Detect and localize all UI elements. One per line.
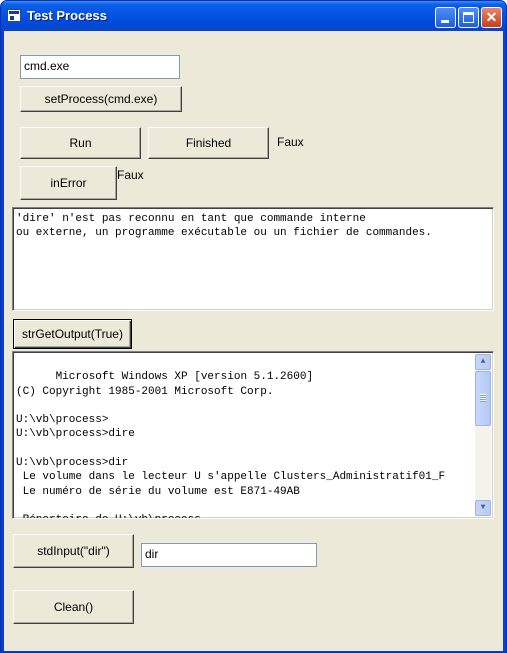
form-client-area: cmd.exe setProcess(cmd.exe) Run Finished…: [4, 31, 503, 651]
scrollbar-thumb[interactable]: [475, 371, 491, 426]
clean-button[interactable]: Clean(): [13, 590, 134, 624]
process-input[interactable]: cmd.exe: [20, 55, 180, 79]
std-input-field[interactable]: dir: [141, 543, 317, 567]
maximize-icon[interactable]: [458, 7, 479, 28]
window-app-icon[interactable]: [7, 9, 21, 22]
set-process-button[interactable]: setProcess(cmd.exe): [20, 86, 182, 112]
error-output-textbox[interactable]: 'dire' n'est pas reconnu en tant que com…: [12, 207, 494, 311]
console-scrollbar[interactable]: ▲ ▼: [475, 354, 491, 516]
minimize-icon[interactable]: [435, 7, 456, 28]
in-error-status-label: Faux: [117, 168, 144, 182]
title-bar[interactable]: Test Process ✕: [1, 1, 506, 31]
scroll-down-arrow-icon[interactable]: ▼: [475, 500, 491, 516]
std-input-button[interactable]: stdInput("dir"): [13, 534, 134, 568]
close-icon[interactable]: ✕: [481, 7, 502, 28]
in-error-button[interactable]: inError: [20, 166, 117, 200]
finished-button[interactable]: Finished: [148, 127, 269, 159]
console-output-textbox[interactable]: Microsoft Windows XP [version 5.1.2600] …: [12, 351, 494, 519]
finished-status-label: Faux: [277, 135, 304, 149]
app-window: Test Process ✕ cmd.exe setProcess(cmd.ex…: [0, 0, 507, 653]
console-output-text: Microsoft Windows XP [version 5.1.2600] …: [16, 371, 446, 518]
run-button[interactable]: Run: [20, 127, 141, 159]
window-title: Test Process: [27, 8, 107, 23]
get-output-button[interactable]: strGetOutput(True): [13, 319, 132, 349]
scroll-up-arrow-icon[interactable]: ▲: [475, 354, 491, 370]
